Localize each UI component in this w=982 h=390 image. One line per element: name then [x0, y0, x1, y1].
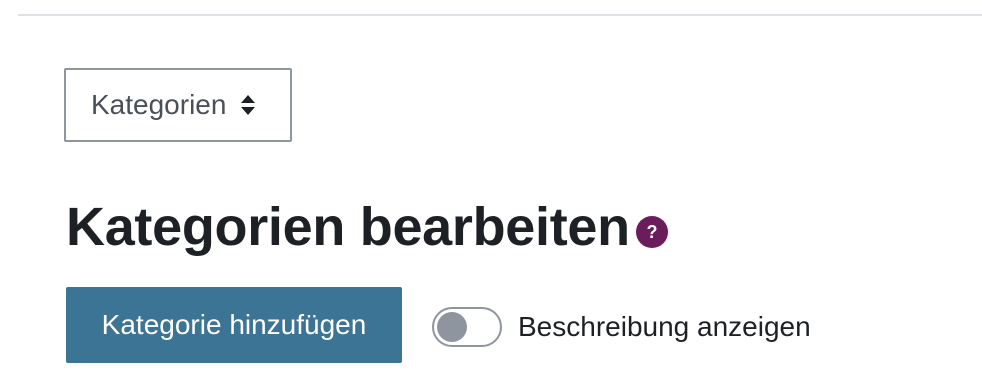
help-glyph: ?: [646, 221, 658, 242]
category-select[interactable]: Kategorien: [64, 68, 292, 142]
page-title-text: Kategorien bearbeiten: [66, 197, 630, 257]
page-title: Kategorien bearbeiten ?: [66, 196, 668, 258]
description-toggle-label[interactable]: Beschreibung anzeigen: [518, 308, 811, 346]
description-toggle[interactable]: [432, 307, 502, 347]
toggle-knob: [437, 312, 467, 342]
top-divider: [18, 14, 982, 16]
question-circle-icon[interactable]: ?: [635, 216, 668, 248]
category-select-value: Kategorien: [91, 89, 227, 120]
sort-icon: [240, 94, 256, 116]
page: Kategorien Kategorien bearbeiten ? Kateg…: [0, 0, 982, 390]
add-category-label: Kategorie hinzufügen: [101, 309, 367, 340]
add-category-button[interactable]: Kategorie hinzufügen: [66, 287, 402, 363]
